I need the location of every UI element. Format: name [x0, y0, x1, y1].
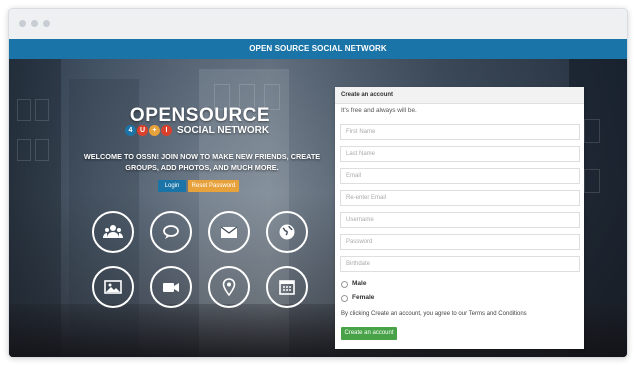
browser-window: OPEN SOURCE SOCIAL NETWORK OPENSOURCE 4 …	[8, 8, 628, 358]
bg-window	[17, 99, 31, 121]
logo-badge: U	[137, 125, 148, 136]
password-field[interactable]: Password	[340, 234, 580, 250]
logo-badge: 4	[125, 125, 136, 136]
users-icon	[92, 211, 134, 253]
bg-window	[35, 99, 49, 121]
gender-male-label: Male	[352, 280, 367, 287]
password-placeholder: Password	[346, 239, 373, 245]
signup-subtitle: It's free and always will be.	[341, 107, 417, 114]
bg-window	[584, 169, 600, 193]
hero-section: OPENSOURCE 4 U + I SOCIAL NETWORK WELCOM…	[9, 59, 627, 357]
last-name-field[interactable]: Last Name	[340, 146, 580, 162]
photo-icon	[92, 266, 134, 308]
login-button[interactable]: Login	[158, 180, 186, 192]
username-field[interactable]: Username	[340, 212, 580, 228]
logo-badge: +	[149, 125, 160, 136]
window-chrome	[9, 9, 627, 39]
logo-title: OPENSOURCE	[129, 105, 271, 126]
reset-password-button[interactable]: Reset Password	[188, 180, 239, 192]
birthdate-placeholder: Birthdate	[346, 261, 371, 267]
video-icon	[150, 266, 192, 308]
bg-window	[584, 119, 600, 143]
mail-icon	[208, 211, 250, 253]
last-name-placeholder: Last Name	[346, 151, 376, 157]
signup-title: Create an account	[335, 87, 584, 104]
window-dot-icon	[31, 20, 38, 27]
logo-subtitle-text: SOCIAL NETWORK	[177, 125, 270, 136]
globe-icon	[266, 211, 308, 253]
logo-subtitle: 4 U + I SOCIAL NETWORK	[125, 125, 275, 139]
email-placeholder: Email	[346, 173, 362, 179]
logo-badge: I	[161, 125, 172, 136]
gender-female-label: Female	[352, 294, 375, 301]
birthdate-field[interactable]: Birthdate	[340, 256, 580, 272]
chat-icon	[150, 211, 192, 253]
terms-text: By clicking Create an account, you agree…	[341, 311, 527, 317]
first-name-placeholder: First Name	[346, 129, 376, 135]
calendar-icon	[266, 266, 308, 308]
bg-window	[17, 139, 31, 161]
gender-male-radio[interactable]	[341, 281, 348, 288]
welcome-text: WELCOME TO OSSN! JOIN NOW TO MAKE NEW FR…	[83, 152, 321, 172]
window-dot-icon	[43, 20, 50, 27]
site-title-bar: OPEN SOURCE SOCIAL NETWORK	[9, 39, 627, 59]
reenter-email-placeholder: Re-enter Email	[346, 195, 387, 201]
create-account-button[interactable]: Create an account	[341, 327, 397, 340]
bg-window	[35, 139, 49, 161]
gender-female-radio[interactable]	[341, 295, 348, 302]
first-name-field[interactable]: First Name	[340, 124, 580, 140]
location-icon	[208, 266, 250, 308]
username-placeholder: Username	[346, 217, 374, 223]
site-title: OPEN SOURCE SOCIAL NETWORK	[249, 44, 387, 53]
email-field[interactable]: Email	[340, 168, 580, 184]
reenter-email-field[interactable]: Re-enter Email	[340, 190, 580, 206]
window-dot-icon	[19, 20, 26, 27]
signup-panel: Create an account It's free and always w…	[335, 87, 584, 349]
